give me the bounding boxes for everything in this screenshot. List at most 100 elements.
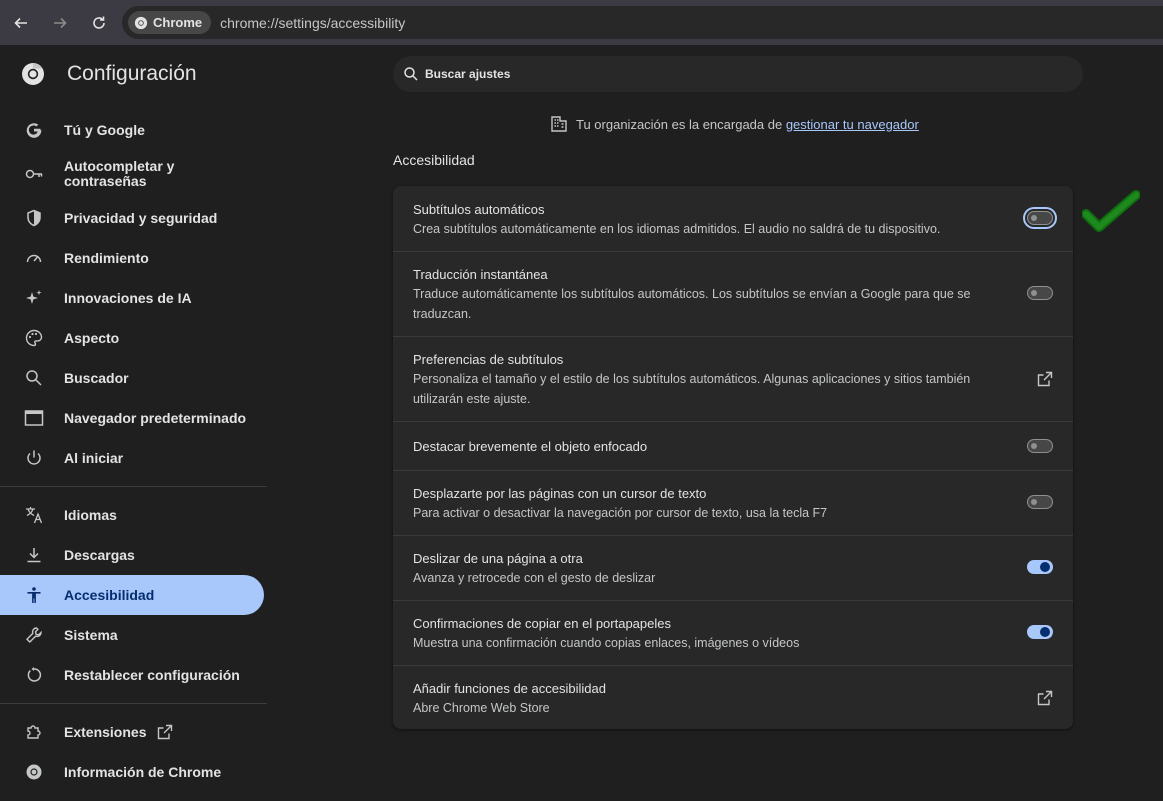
browser-toolbar: Chrome chrome://settings/accessibility <box>0 0 1163 45</box>
managed-browser-notice: Tu organización es la encargada de gesti… <box>550 115 919 133</box>
sidebar-item-idiomas[interactable]: Idiomas <box>0 495 264 535</box>
arrow-right-icon <box>54 17 67 28</box>
reload-button[interactable] <box>81 5 117 41</box>
external-link-icon[interactable] <box>1037 371 1053 387</box>
sidebar-item-restablecer[interactable]: Restablecer configuración <box>0 655 264 695</box>
sidebar-item-navegador-predeterminado[interactable]: Navegador predeterminado <box>0 398 264 438</box>
puzzle-icon <box>24 722 44 742</box>
sidebar-item-label: Extensiones <box>64 723 147 740</box>
sidebar-item-label: Sistema <box>64 626 118 643</box>
sidebar-item-label: Al iniciar <box>64 449 124 466</box>
setting-title: Destacar brevemente el objeto enfocado <box>413 439 648 454</box>
google-g-icon <box>24 120 44 140</box>
page-title: Configuración <box>67 62 197 85</box>
sidebar-item-innovaciones-ia[interactable]: Innovaciones de IA <box>0 278 264 318</box>
sidebar-item-sistema[interactable]: Sistema <box>0 615 264 655</box>
sidebar-item-label: Accesibilidad <box>64 586 155 603</box>
sidebar-item-label: Rendimiento <box>64 249 149 266</box>
sidebar-item-aspecto[interactable]: Aspecto <box>0 318 264 358</box>
setting-description: Abre Chrome Web Store <box>413 701 550 715</box>
translate-icon <box>24 505 44 525</box>
external-link-icon <box>157 724 173 740</box>
setting-description: Para activar o desactivar la navegación … <box>413 506 828 520</box>
site-chip[interactable]: Chrome <box>128 11 212 34</box>
toggle-knob <box>1040 562 1050 572</box>
section-title: Accesibilidad <box>393 152 475 168</box>
chrome-icon <box>134 16 148 29</box>
manage-browser-link[interactable]: gestionar tu navegador <box>786 117 919 132</box>
sidebar-item-tu-y-google[interactable]: Tú y Google <box>0 110 264 150</box>
reset-icon <box>24 665 44 685</box>
sidebar-item-label: Autocompletar y contraseñas <box>64 158 175 189</box>
sidebar-item-autocompletar[interactable]: Autocompletar y contraseñas <box>0 154 264 194</box>
browser-window-icon <box>24 408 44 428</box>
setting-row-caret-browsing[interactable]: Desplazarte por las páginas con un curso… <box>393 470 1073 535</box>
setting-title: Preferencias de subtítulos <box>413 352 564 367</box>
forward-button[interactable] <box>42 5 78 41</box>
sidebar-item-label: Restablecer configuración <box>64 666 240 683</box>
sparkle-icon <box>24 288 44 308</box>
toggle-knob <box>1031 215 1037 221</box>
address-bar[interactable]: Chrome chrome://settings/accessibility <box>122 6 1163 39</box>
external-link-icon[interactable] <box>1037 690 1053 706</box>
sidebar-item-accesibilidad[interactable]: Accesibilidad <box>0 575 264 615</box>
clipboard-confirmations-toggle[interactable] <box>1027 625 1053 639</box>
setting-title: Subtítulos automáticos <box>413 202 545 217</box>
setting-row-swipe-navigation[interactable]: Deslizar de una página a otra Avanza y r… <box>393 535 1073 600</box>
setting-row-caption-preferences[interactable]: Preferencias de subtítulos Personaliza e… <box>393 336 1073 421</box>
power-icon <box>24 448 44 468</box>
url-text[interactable]: chrome://settings/accessibility <box>220 15 405 31</box>
sidebar-item-al-iniciar[interactable]: Al iniciar <box>0 438 264 478</box>
sidebar-item-label: Información de Chrome <box>64 763 222 780</box>
live-caption-toggle[interactable] <box>1027 211 1053 225</box>
reload-icon <box>93 16 105 29</box>
toggle-knob <box>1031 290 1037 296</box>
caret-browsing-toggle[interactable] <box>1027 495 1053 509</box>
sidebar-item-label: Innovaciones de IA <box>64 289 192 306</box>
setting-title: Confirmaciones de copiar en el portapape… <box>413 616 671 631</box>
chrome-logo-icon <box>22 63 44 85</box>
sidebar-item-label: Privacidad y seguridad <box>64 209 218 226</box>
shield-icon <box>24 208 44 228</box>
building-icon <box>551 116 567 132</box>
search-input[interactable] <box>425 67 1065 81</box>
chrome-icon <box>24 762 44 782</box>
sidebar-item-buscador[interactable]: Buscador <box>0 358 264 398</box>
download-icon <box>24 545 44 565</box>
setting-row-live-translate[interactable]: Traducción instantánea Traduce automátic… <box>393 251 1073 336</box>
sidebar-item-privacidad[interactable]: Privacidad y seguridad <box>0 198 264 238</box>
setting-title: Añadir funciones de accesibilidad <box>413 681 606 696</box>
swipe-navigation-toggle[interactable] <box>1027 560 1053 574</box>
setting-description: Personaliza el tamaño y el estilo de los… <box>413 372 971 406</box>
setting-row-focus-highlight[interactable]: Destacar brevemente el objeto enfocado <box>393 421 1073 470</box>
sidebar-item-label: Tú y Google <box>64 121 145 138</box>
managed-notice-text: Tu organización es la encargada de gesti… <box>576 116 919 132</box>
focus-highlight-toggle[interactable] <box>1027 439 1053 453</box>
search-icon <box>24 368 44 388</box>
checkmark-icon <box>1082 190 1140 232</box>
back-button[interactable] <box>3 5 39 41</box>
search-icon <box>404 67 418 81</box>
sidebar-item-label: Idiomas <box>64 506 117 523</box>
setting-description: Traduce automáticamente los subtítulos a… <box>413 287 971 321</box>
gauge-icon <box>24 248 44 268</box>
setting-row-add-accessibility-features[interactable]: Añadir funciones de accesibilidad Abre C… <box>393 665 1073 729</box>
toggle-knob <box>1040 627 1050 637</box>
live-translate-toggle[interactable] <box>1027 286 1053 300</box>
palette-icon <box>24 328 44 348</box>
setting-description: Crea subtítulos automáticamente en los i… <box>413 222 941 236</box>
setting-description: Avanza y retrocede con el gesto de desli… <box>413 571 656 585</box>
settings-search-box[interactable] <box>393 56 1083 92</box>
setting-title: Traducción instantánea <box>413 267 548 282</box>
sidebar-item-descargas[interactable]: Descargas <box>0 535 264 575</box>
toggle-knob <box>1031 499 1037 505</box>
sidebar-item-label: Navegador predeterminado <box>64 409 247 426</box>
sidebar-item-extensiones[interactable]: Extensiones <box>0 712 264 752</box>
setting-title: Desplazarte por las páginas con un curso… <box>413 486 707 501</box>
sidebar-item-informacion-chrome[interactable]: Información de Chrome <box>0 752 264 792</box>
setting-title: Deslizar de una página a otra <box>413 551 583 566</box>
sidebar-divider <box>0 703 267 704</box>
setting-row-clipboard-confirmations[interactable]: Confirmaciones de copiar en el portapape… <box>393 600 1073 665</box>
setting-row-live-caption[interactable]: Subtítulos automáticos Crea subtítulos a… <box>393 186 1073 251</box>
sidebar-item-rendimiento[interactable]: Rendimiento <box>0 238 264 278</box>
